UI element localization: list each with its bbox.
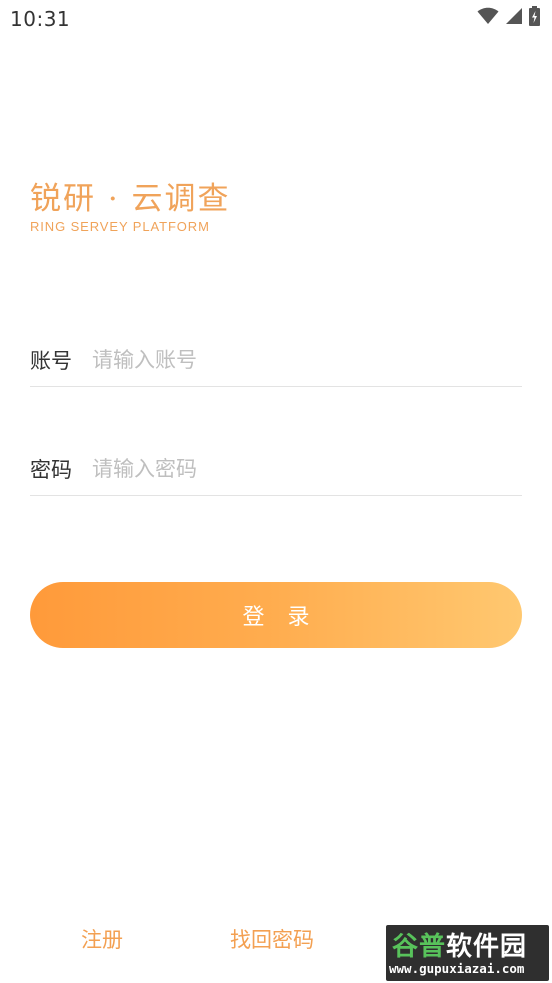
battery-charging-icon: [529, 6, 540, 30]
logo-subtitle: RING SERVEY PLATFORM: [30, 219, 210, 234]
watermark-url: www.gupuxiazai.com: [389, 961, 525, 976]
status-bar: 10:31: [0, 0, 552, 40]
status-time: 10:31: [10, 7, 71, 31]
watermark-title-part2: 软件园: [446, 932, 528, 962]
account-label: 账号: [30, 349, 72, 373]
password-field: 密码: [30, 443, 522, 496]
password-input[interactable]: [92, 449, 522, 489]
account-input[interactable]: [92, 340, 522, 380]
register-link[interactable]: 注册: [81, 924, 123, 954]
watermark-title-part1: 谷普: [392, 932, 447, 962]
wifi-icon: [477, 7, 499, 29]
logo-title: 锐研 · 云调查: [30, 181, 231, 217]
app-logo: 锐研 · 云调查 RING SERVEY PLATFORM: [30, 180, 231, 234]
watermark-title: 谷普软件园: [392, 926, 527, 963]
cellular-signal-icon: [505, 7, 523, 29]
login-button-label: 登 录: [242, 605, 318, 630]
forgot-password-link[interactable]: 找回密码: [230, 924, 314, 954]
watermark-logo: 谷普软件园 www.gupuxiazai.com: [386, 925, 549, 981]
status-icons: [477, 6, 540, 30]
account-field: 账号: [30, 334, 522, 387]
password-label: 密码: [30, 458, 72, 482]
login-button[interactable]: 登 录: [30, 582, 522, 648]
